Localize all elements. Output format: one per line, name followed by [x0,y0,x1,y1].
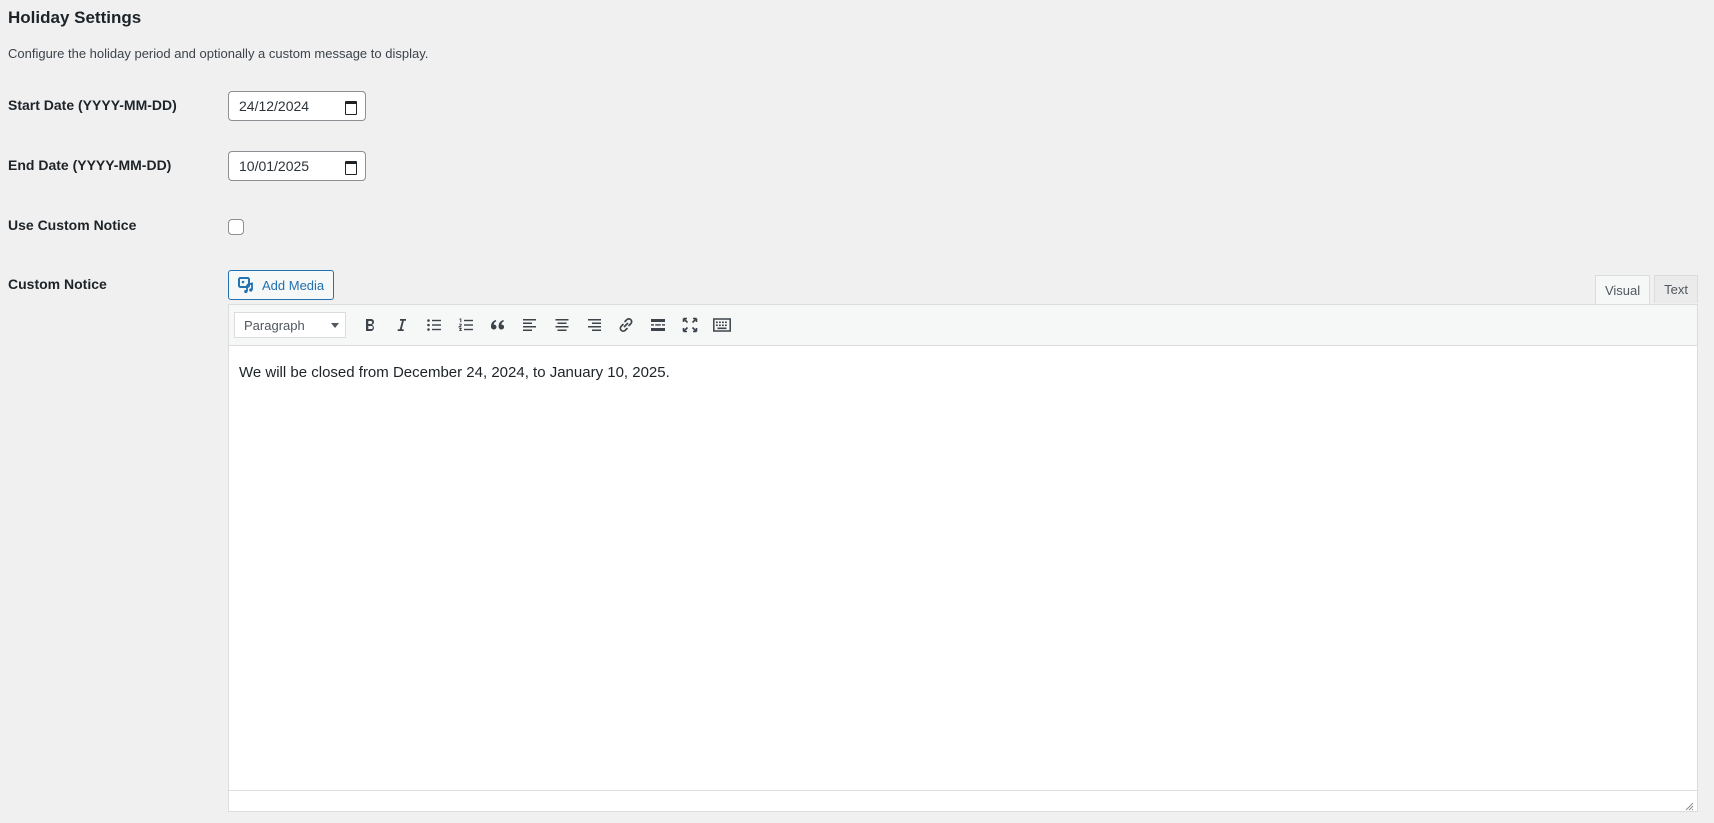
align-right-icon [586,317,602,333]
numbered-list-button[interactable] [450,310,482,340]
calendar-icon[interactable] [345,160,357,175]
custom-notice-label: Custom Notice [8,276,107,292]
tab-text[interactable]: Text [1654,275,1698,303]
read-more-icon [650,317,666,333]
start-date-value: 24/12/2024 [239,98,310,114]
resize-handle-icon[interactable] [1684,798,1694,811]
editor-content[interactable]: We will be closed from December 24, 2024… [229,346,1697,399]
fullscreen-icon [682,317,698,333]
add-media-button[interactable]: Add Media [228,270,335,300]
fullscreen-button[interactable] [674,310,706,340]
align-right-button[interactable] [578,310,610,340]
media-icon [238,276,256,294]
link-button[interactable] [610,310,642,340]
editor-toolbar: Paragraph [229,305,1697,346]
rich-text-editor: Paragraph We will be closed from Decembe… [228,304,1698,812]
chevron-down-icon [331,322,339,328]
page-title: Holiday Settings [8,8,142,27]
bulleted-list-button[interactable] [418,310,450,340]
start-date-input[interactable]: 24/12/2024 [228,91,366,121]
blockquote-button[interactable] [482,310,514,340]
align-left-button[interactable] [514,310,546,340]
use-custom-notice-checkbox[interactable] [228,219,244,235]
toolbar-toggle-icon [713,317,731,333]
end-date-label: End Date (YYYY-MM-DD) [8,157,172,173]
calendar-icon[interactable] [345,100,357,115]
editor-tabs: Visual Text [1594,275,1698,305]
align-center-icon [554,317,570,333]
end-date-input[interactable]: 10/01/2025 [228,151,366,181]
align-center-button[interactable] [546,310,578,340]
start-date-label: Start Date (YYYY-MM-DD) [8,97,177,113]
italic-icon [394,317,410,333]
add-media-label: Add Media [262,277,325,293]
link-icon [617,316,635,334]
tab-visual[interactable]: Visual [1594,275,1651,305]
use-custom-notice-label: Use Custom Notice [8,217,137,233]
format-select[interactable]: Paragraph [234,312,346,338]
read-more-button[interactable] [642,310,674,340]
end-date-value: 10/01/2025 [239,158,310,174]
bold-icon [362,317,378,333]
italic-button[interactable] [386,310,418,340]
bulleted-list-icon [426,317,442,333]
page-description: Configure the holiday period and optiona… [8,46,429,61]
bold-button[interactable] [354,310,386,340]
toolbar-toggle-button[interactable] [706,310,738,340]
numbered-list-icon [458,317,474,333]
blockquote-icon [490,317,506,333]
format-select-value: Paragraph [244,317,305,333]
editor-status-bar [229,790,1697,811]
align-left-icon [522,317,538,333]
editor-paragraph: We will be closed from December 24, 2024… [239,364,670,381]
